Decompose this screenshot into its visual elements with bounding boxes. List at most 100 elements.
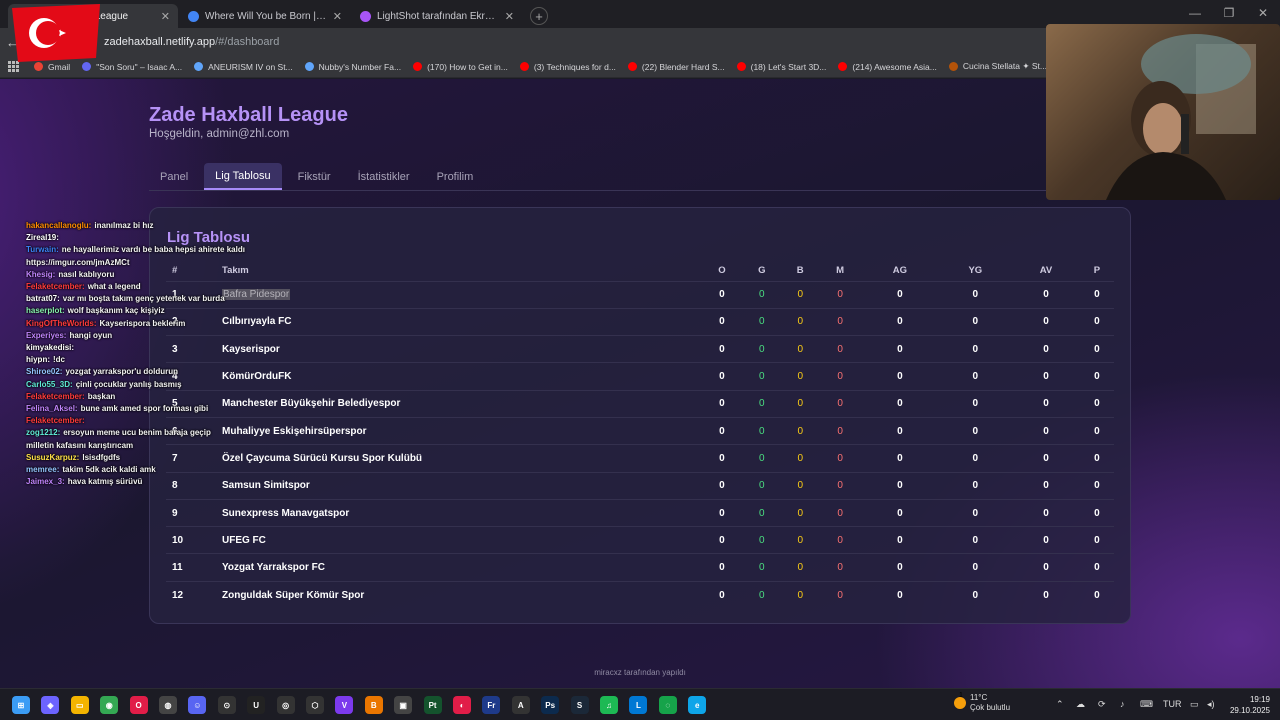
table-row[interactable]: 9 Sunexpress Manavgatspor 0 0 0 0 0 0 0 0 [166,498,1114,527]
table-header-row: # Takım O G B M AG YG AV P [166,260,1114,281]
pt-icon[interactable]: Pt [423,696,442,714]
cell-ag: 0 [861,580,939,609]
table-row[interactable]: 5 Manchester Büyükşehir Belediyespor 0 0 0 0 0… [166,389,1114,418]
cell-b: 0 [781,471,819,500]
table-row[interactable]: 3 Kayserispor 0 0 0 0 0 0 0 0 [166,335,1114,363]
tab-favicon-icon [360,10,371,22]
chat-message: KingOfTheWorlds: Kayserispora beklerim [26,318,236,330]
system-clock[interactable]: 19:19 29.10.2025 [1230,694,1270,716]
minimize-icon[interactable]: — [1178,0,1212,26]
windows-start-icon[interactable]: ⊞ [12,696,30,714]
sync-icon[interactable]: ⟳ [1098,699,1106,710]
bookmark-item[interactable]: (214) Awesome Asia... [838,62,937,72]
cell-m: 0 [818,307,862,336]
spotify-icon[interactable]: ♫ [600,696,618,714]
bookmark-item[interactable]: (18) Let's Start 3D... [736,62,826,72]
cell-yg: 0 [938,471,1013,500]
chat-username: batrat07: [26,294,60,304]
volume-icon[interactable]: ◂) [1207,699,1215,710]
tab-close-icon[interactable]: ✕ [333,10,342,23]
app-16-icon[interactable]: ◐ [453,696,471,714]
table-row[interactable]: 1 Bafra Pidespor 0 0 0 0 0 0 0 0 [166,280,1114,309]
browser-tab[interactable]: LightShot tarafından Ekran Görüntü... ✕ [352,4,522,28]
chat-message: Zireal19: [26,232,236,244]
app-23-icon[interactable]: ◌ [658,696,677,714]
table-row[interactable]: 12 Zonguldak Süper Kömür Spor 0 0 0 0 0 0 0 0 [166,580,1114,609]
app-11-icon[interactable]: ⬡ [306,696,324,714]
bookmark-item[interactable]: Cucina Stellata ✦ St... [948,61,1047,72]
obs-icon[interactable]: ◍ [159,696,177,714]
app-8-icon[interactable]: ⊙ [217,696,236,714]
welcome-text: Hoşgeldin, admin@zhl.com [149,128,290,140]
cell-m: 0 [818,335,862,363]
cell-team: Cılbırıyayla FC [222,307,702,336]
table-row[interactable]: 8 Samsun Simitspor 0 0 0 0 0 0 0 0 [166,471,1114,500]
table-row[interactable]: 6 Muhaliyye Eskişehirsüperspor 0 0 0 0 0 0 0 0 [166,416,1114,445]
cell-yg: 0 [938,335,1013,363]
nav-tab-3[interactable]: Fikstür [287,163,342,190]
nav-tab-1[interactable]: Panel [149,163,199,190]
restore-icon[interactable]: ❐ [1212,0,1246,26]
edge-icon[interactable]: e [688,696,707,714]
bookmark-item[interactable]: Nubby's Number Fa... [304,61,402,72]
unreal-icon[interactable]: U [247,696,266,714]
app-14-icon[interactable]: ▣ [394,696,413,714]
chrome-icon[interactable]: ◉ [100,696,119,714]
cell-team: Muhaliyye Eskişehirsüperspor [222,416,702,445]
cell-team: Bafra Pidespor [222,280,702,309]
discord-icon[interactable]: ☺ [188,696,207,714]
window-controls: — ❐ ✕ [1178,0,1280,26]
bookmark-item[interactable]: (3) Techniques for d... [519,62,616,72]
cell-o: 0 [702,362,742,391]
network-icon[interactable]: ▭ [1190,699,1199,710]
nav-tab-4[interactable]: İstatistikler [347,163,421,190]
cell-o: 0 [702,307,742,336]
cell-av: 0 [1012,444,1080,473]
chat-message: memree: takim 5dk acik kaldi amk [26,464,236,476]
table-row[interactable]: 10 UFEG FC 0 0 0 0 0 0 0 0 [166,526,1114,554]
microphone-icon[interactable]: ♪ [1120,699,1125,709]
bookmark-item[interactable]: (22) Blender Hard S... [627,62,725,72]
bookmark-label: Nubby's Number Fa... [318,61,402,72]
cell-av: 0 [1012,389,1080,418]
app-22-icon[interactable]: L [629,696,648,714]
file-explorer-icon[interactable]: ▭ [70,696,89,714]
fresco-icon[interactable]: Fr [482,696,501,714]
tab-close-icon[interactable]: ✕ [505,10,514,23]
language-indicator[interactable]: TUR [1163,699,1182,709]
bookmark-item[interactable]: (170) How to Get in... [413,62,508,72]
app-18-icon[interactable]: A [511,696,530,714]
chevron-up-icon[interactable]: ⌃ [1056,699,1064,710]
close-window-icon[interactable]: ✕ [1246,0,1280,26]
bookmark-item[interactable]: ANEURISM IV on St... [194,62,293,72]
photoshop-icon[interactable]: Ps [541,696,560,714]
opera-icon[interactable]: O [129,696,148,714]
cell-p: 0 [1079,389,1114,418]
new-tab-button[interactable]: + [530,7,548,25]
turkish-flag-overlay [12,4,100,62]
table-row[interactable]: 7 Özel Çaycuma Sürücü Kursu Spor Kulübü 0 0… [166,444,1114,473]
table-row[interactable]: 11 Yozgat Yarrakspor FC 0 0 0 0 0 0 0 0 [166,553,1114,582]
tab-close-icon[interactable]: ✕ [161,10,170,23]
keyboard-icon[interactable]: ⌨ [1140,699,1153,710]
visual-studio-icon[interactable]: V [335,696,354,714]
cell-o: 0 [702,335,742,363]
chat-text: başkan [87,391,116,401]
browser-tab[interactable]: Where Will You be Born | Spin Th... ✕ [180,4,350,28]
steam-icon[interactable]: S [570,696,589,714]
onedrive-icon[interactable]: ☁ [1076,699,1085,710]
cell-yg: 0 [938,553,1013,582]
table-row[interactable]: 4 KömürOrduFK 0 0 0 0 0 0 0 0 [166,362,1114,391]
blender-icon[interactable]: B [364,696,383,714]
url-field[interactable]: zadehaxball.netlify.app/#/dashboard [104,36,279,48]
cell-m: 0 [818,498,862,527]
cell-ag: 0 [861,280,939,309]
widgets-icon[interactable]: ◈ [41,696,60,714]
github-icon[interactable]: ◎ [276,696,295,714]
bookmark-label: ANEURISM IV on St... [208,61,293,72]
stream-chat-overlay: hakancallanoglu: inanılmaz bi hız Zireal19… [26,220,245,488]
table-row[interactable]: 2 Cılbırıyayla FC 0 0 0 0 0 0 0 0 [166,307,1114,336]
nav-tab-2[interactable]: Lig Tablosu [204,163,282,190]
nav-tab-5[interactable]: Profilim [426,163,485,190]
cell-ag: 0 [861,362,939,391]
